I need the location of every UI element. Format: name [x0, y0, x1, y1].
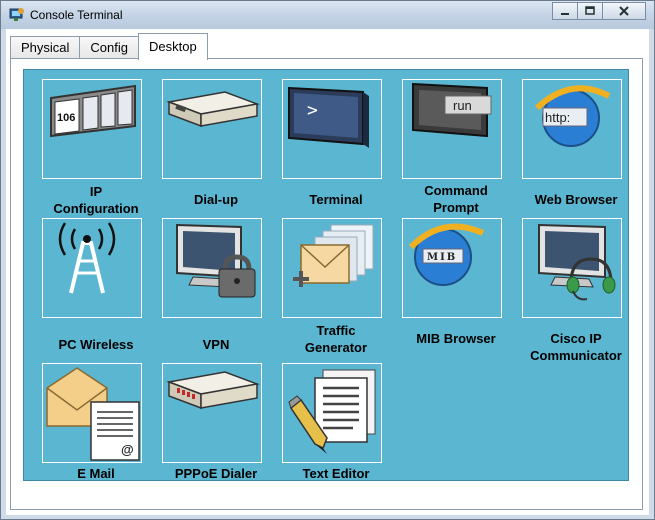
- close-button[interactable]: [602, 2, 646, 20]
- terminal-icon-frame[interactable]: >: [282, 79, 382, 179]
- app-label: MIB Browser: [416, 331, 496, 346]
- web-browser-icon-text: http:: [545, 110, 570, 125]
- mib-browser-icon-frame[interactable]: MIB: [402, 218, 502, 318]
- dialup-modem-icon: [166, 91, 260, 128]
- minimize-icon: [561, 13, 569, 15]
- pc-wireless-icon-frame[interactable]: [42, 218, 142, 318]
- web-browser-icon-frame[interactable]: http:: [522, 79, 622, 179]
- window-title: Console Terminal: [30, 8, 123, 22]
- window-client: Physical Config Desktop 106 IP Configura…: [6, 29, 649, 515]
- command-prompt-icon-text: run: [453, 98, 472, 113]
- console-terminal-window: Console Terminal Physical Config Desktop: [0, 0, 655, 520]
- app-icon: [9, 8, 24, 21]
- app-label: VPN: [202, 337, 230, 352]
- traffic-generator-icon: [293, 224, 374, 287]
- web-browser-icon: http:: [534, 85, 611, 147]
- pppoe-dialer-icon: [166, 371, 260, 410]
- wireless-tower-icon: [58, 222, 116, 294]
- tab-config[interactable]: Config: [79, 36, 139, 59]
- tab-desktop[interactable]: Desktop: [138, 33, 208, 60]
- text-editor-icon-frame[interactable]: [282, 363, 382, 463]
- title-bar[interactable]: Console Terminal: [1, 1, 654, 29]
- desktop-area: 106 IP Configuration Dial-up > Terminal …: [23, 69, 629, 481]
- minimize-button[interactable]: [552, 2, 578, 20]
- mib-browser-icon-text: MIB: [427, 252, 457, 263]
- terminal-icon: >: [288, 86, 369, 148]
- dialup-icon-frame[interactable]: [162, 79, 262, 179]
- vpn-icon-frame[interactable]: [162, 218, 262, 318]
- window-controls: [552, 2, 646, 20]
- mib-browser-icon: MIB: [408, 223, 485, 286]
- ip-configuration-icon-frame[interactable]: 106: [42, 79, 142, 179]
- command-prompt-icon-frame[interactable]: run: [402, 79, 502, 179]
- app-label: Dial-up: [193, 192, 239, 207]
- ip-configuration-icon: 106: [50, 84, 136, 138]
- vpn-lock-icon: [176, 223, 256, 298]
- maximize-button[interactable]: [577, 2, 603, 20]
- app-label: E Mail: [77, 466, 115, 481]
- maximize-icon: [585, 6, 595, 15]
- ip-communicator-icon-frame[interactable]: [522, 218, 622, 318]
- app-label: Text Editor: [302, 466, 370, 481]
- text-editor-icon: [288, 369, 376, 454]
- command-prompt-icon: run: [412, 82, 492, 138]
- app-label: Cisco IP Communicator: [530, 331, 622, 363]
- app-label: Terminal: [309, 192, 363, 207]
- app-label: PC Wireless: [58, 337, 134, 352]
- tab-strip: Physical Config Desktop: [10, 33, 208, 60]
- email-icon-text: @: [121, 442, 134, 457]
- app-label: IP Configuration: [53, 184, 139, 216]
- close-icon: [619, 6, 629, 16]
- ip-config-icon-text: 106: [57, 112, 75, 124]
- pppoe-dialer-icon-frame[interactable]: [162, 363, 262, 463]
- ip-communicator-icon: [538, 223, 616, 301]
- app-label: Traffic Generator: [304, 323, 368, 355]
- email-icon: @: [46, 367, 140, 461]
- app-label: Command Prompt: [424, 183, 488, 215]
- terminal-icon-text: >: [307, 100, 318, 121]
- tab-physical[interactable]: Physical: [10, 36, 81, 59]
- app-label: PPPoE Dialer: [174, 466, 258, 481]
- email-icon-frame[interactable]: @: [42, 363, 142, 463]
- traffic-generator-icon-frame[interactable]: [282, 218, 382, 318]
- desktop-tab-panel: 106 IP Configuration Dial-up > Terminal …: [10, 58, 643, 510]
- app-label: Web Browser: [534, 192, 618, 207]
